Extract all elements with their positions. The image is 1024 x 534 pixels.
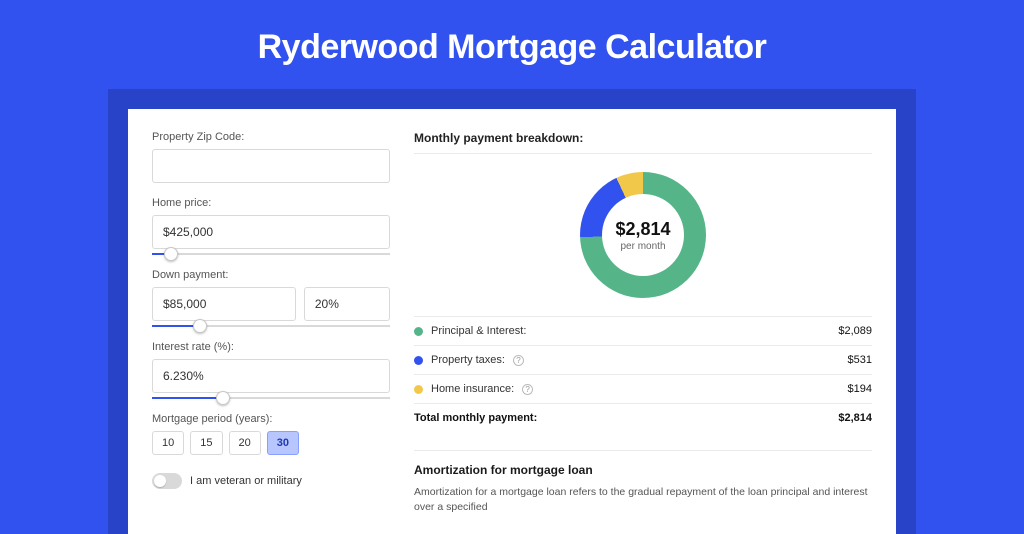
legend-label: Property taxes: (431, 354, 505, 366)
total-value: $2,814 (838, 412, 872, 424)
donut-sub: per month (620, 241, 665, 252)
down-payment-amount-input[interactable] (152, 287, 296, 321)
info-icon[interactable]: ? (522, 384, 533, 395)
legend-value: $531 (848, 354, 872, 366)
legend-taxes: Property taxes: ? $531 (414, 345, 872, 374)
down-payment-percent-input[interactable] (304, 287, 390, 321)
donut-chart-wrap: $2,814 per month (414, 164, 872, 316)
home-price-field: Home price: (152, 197, 390, 255)
down-payment-field: Down payment: (152, 269, 390, 327)
dot-icon (414, 356, 423, 365)
veteran-row: I am veteran or military (152, 473, 390, 489)
veteran-toggle[interactable] (152, 473, 182, 489)
amortization-body: Amortization for a mortgage loan refers … (414, 485, 872, 514)
legend-label: Principal & Interest: (431, 325, 526, 337)
period-option-10[interactable]: 10 (152, 431, 184, 455)
content-stripe: Property Zip Code: Home price: Down paym… (108, 89, 916, 534)
mortgage-period-label: Mortgage period (years): (152, 413, 390, 425)
down-payment-label: Down payment: (152, 269, 390, 281)
breakdown-column: Monthly payment breakdown: $2,814 per mo… (414, 131, 872, 514)
home-price-input[interactable] (152, 215, 390, 249)
inputs-column: Property Zip Code: Home price: Down paym… (152, 131, 390, 514)
down-payment-slider-thumb[interactable] (193, 319, 207, 333)
period-option-20[interactable]: 20 (229, 431, 261, 455)
info-icon[interactable]: ? (513, 355, 524, 366)
total-label: Total monthly payment: (414, 412, 537, 424)
calculator-card: Property Zip Code: Home price: Down paym… (128, 109, 896, 534)
legend-insurance: Home insurance: ? $194 (414, 374, 872, 403)
legend-value: $2,089 (838, 325, 872, 337)
interest-rate-slider-thumb[interactable] (216, 391, 230, 405)
interest-rate-label: Interest rate (%): (152, 341, 390, 353)
donut-amount: $2,814 (615, 219, 670, 240)
zip-input[interactable] (152, 149, 390, 183)
donut-center: $2,814 per month (580, 172, 706, 298)
interest-rate-input[interactable] (152, 359, 390, 393)
interest-rate-slider[interactable] (152, 397, 390, 399)
dot-icon (414, 385, 423, 394)
donut-chart: $2,814 per month (580, 172, 706, 298)
mortgage-period-options: 10 15 20 30 (152, 431, 390, 455)
veteran-label: I am veteran or military (190, 475, 302, 487)
dot-icon (414, 327, 423, 336)
down-payment-slider[interactable] (152, 325, 390, 327)
breakdown-title: Monthly payment breakdown: (414, 131, 872, 154)
home-price-slider-thumb[interactable] (164, 247, 178, 261)
zip-label: Property Zip Code: (152, 131, 390, 143)
period-option-15[interactable]: 15 (190, 431, 222, 455)
legend-principal: Principal & Interest: $2,089 (414, 316, 872, 345)
legend-total: Total monthly payment: $2,814 (414, 403, 872, 432)
zip-field: Property Zip Code: (152, 131, 390, 183)
mortgage-period-field: Mortgage period (years): 10 15 20 30 (152, 413, 390, 455)
page-title: Ryderwood Mortgage Calculator (0, 0, 1024, 89)
legend-value: $194 (848, 383, 872, 395)
interest-rate-slider-fill (152, 397, 223, 399)
period-option-30[interactable]: 30 (267, 431, 299, 455)
home-price-label: Home price: (152, 197, 390, 209)
home-price-slider[interactable] (152, 253, 390, 255)
interest-rate-field: Interest rate (%): (152, 341, 390, 399)
legend-label: Home insurance: (431, 383, 514, 395)
amortization-title: Amortization for mortgage loan (414, 450, 872, 477)
